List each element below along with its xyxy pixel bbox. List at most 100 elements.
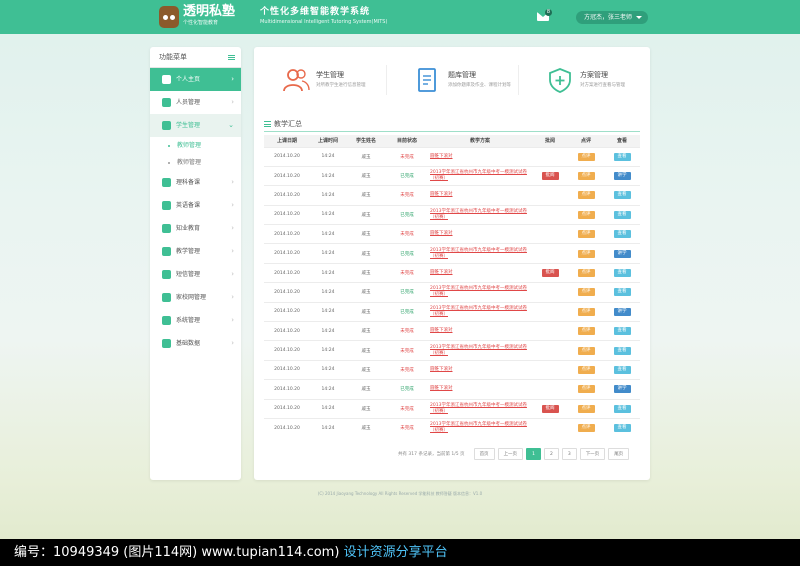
plan-link[interactable]: 2013学年浙江省杭州市九年级中考一模测试试卷（初赛） <box>430 170 527 181</box>
comment-button[interactable]: 点评 <box>577 365 595 374</box>
view-button[interactable]: 讲学 <box>613 385 631 394</box>
view-button[interactable]: 查看 <box>613 424 631 433</box>
card-question-bank[interactable]: 题库管理 添加你题库及作业、课程计划等 <box>386 47 518 113</box>
plan-link[interactable]: 圆锥下滚对 <box>430 154 453 159</box>
comment-button[interactable]: 点评 <box>577 385 595 394</box>
sidebar-item[interactable]: 个人主页 › <box>150 68 241 91</box>
view-button[interactable]: 查看 <box>613 327 631 336</box>
card-plan-management[interactable]: 方案管理 对方案进行查看与管理 <box>518 47 650 113</box>
cell-plan: 2013学年浙江省杭州市九年级中考一模测试试卷（初赛） <box>428 301 532 322</box>
comment-button[interactable]: 点评 <box>577 404 595 413</box>
comment-button[interactable]: 点评 <box>577 191 595 200</box>
comment-button[interactable]: 点评 <box>577 327 595 336</box>
page-button-3[interactable]: 3 <box>561 448 577 460</box>
view-button[interactable]: 查看 <box>613 365 631 374</box>
plan-link[interactable]: 2013学年浙江省杭州市九年级中考一模测试试卷（初赛） <box>430 209 527 220</box>
table-row: 2014.10.20 14:24 戚玉 未完成 2013学年浙江省杭州市九年级中考一模测… <box>264 417 640 438</box>
view-button[interactable]: 查看 <box>613 404 631 413</box>
plan-link[interactable]: 2013学年浙江省杭州市九年级中考一模测试试卷（初赛） <box>430 345 527 356</box>
sidebar-item-label: 学生管理 <box>176 122 201 129</box>
view-button[interactable]: 查看 <box>613 346 631 355</box>
plan-link[interactable]: 圆锥下滚对 <box>430 386 453 391</box>
sidebar-item[interactable]: 知业教育 › <box>150 217 241 240</box>
plan-link[interactable]: 2013学年浙江省杭州市九年级中考一模测试试卷（初赛） <box>430 248 527 259</box>
plan-link[interactable]: 2013学年浙江省杭州市九年级中考一模测试试卷（初赛） <box>430 403 527 414</box>
sidebar-item[interactable]: 教学管理 › <box>150 240 241 263</box>
review-button[interactable]: 批阅 <box>541 269 559 278</box>
next-page-button[interactable]: 下一页 <box>579 448 606 460</box>
plan-link[interactable]: 圆锥下滚对 <box>430 328 453 333</box>
sidebar-item-label: 教学管理 <box>176 248 201 255</box>
sidebar-item[interactable]: 英语备课 › <box>150 194 241 217</box>
view-button[interactable]: 查看 <box>613 191 631 200</box>
table-row: 2014.10.20 14:24 戚玉 未完成 圆锥下滚对 点评 查看 <box>264 359 640 380</box>
system-title: 个性化多维智能教学系统 <box>260 7 371 17</box>
cell-view: 讲学 <box>604 243 640 264</box>
cell-view: 查看 <box>604 321 640 341</box>
comment-button[interactable]: 点评 <box>577 288 595 297</box>
comment-button[interactable]: 点评 <box>577 172 595 181</box>
view-button[interactable]: 查看 <box>613 152 631 161</box>
view-button[interactable]: 查看 <box>613 288 631 297</box>
cell-view: 查看 <box>604 417 640 438</box>
cell-review <box>532 146 568 167</box>
sidebar-item[interactable]: 学生管理 ⌄ <box>150 114 241 137</box>
sidebar-item[interactable]: 理科备课 › <box>150 171 241 194</box>
sidebar-subitem[interactable]: 教师管理 <box>150 137 241 154</box>
sidebar-item[interactable]: 基础数据 › <box>150 332 241 355</box>
footer-copyright: (C) 2014 Jiaoyang Technology All Rights … <box>317 491 483 496</box>
system-name: 个性化多维智能教学系统 Multidimensional Intelligent… <box>260 6 387 26</box>
sidebar-item[interactable]: 人员管理 › <box>150 91 241 114</box>
cell-time: 14:24 <box>310 301 346 322</box>
page-button-1[interactable]: 1 <box>526 448 541 460</box>
sidebar-item-label: 个人主页 <box>176 76 201 83</box>
review-button[interactable]: 批阅 <box>541 172 559 181</box>
plan-link[interactable]: 圆锥下滚对 <box>430 231 453 236</box>
user-menu-button[interactable]: 方冠杰，张三老师 <box>576 11 648 24</box>
card-student-management[interactable]: 学生管理 对所教学生进行信息管理 <box>254 47 386 113</box>
cell-comment: 点评 <box>568 301 604 322</box>
comment-button[interactable]: 点评 <box>577 249 595 258</box>
sidebar-subitem[interactable]: 教师管理 <box>150 154 241 171</box>
view-button[interactable]: 查看 <box>613 230 631 239</box>
teaching-summary-table: 上课日期 上课时间 学生姓名 目前状态 教学方案 批阅 点评 查看 2014.1… <box>264 135 640 438</box>
sidebar-item[interactable]: 系统管理 › <box>150 309 241 332</box>
page-button-2[interactable]: 2 <box>543 448 559 460</box>
view-button[interactable]: 查看 <box>613 269 631 278</box>
plan-link[interactable]: 2013学年浙江省杭州市九年级中考一模测试试卷（初赛） <box>430 306 527 317</box>
cell-comment: 点评 <box>568 165 604 186</box>
cell-student: 戚玉 <box>346 321 386 341</box>
first-page-button[interactable]: 首页 <box>473 448 495 460</box>
plan-link[interactable]: 圆锥下滚对 <box>430 367 453 372</box>
cell-status: 已完成 <box>386 165 428 186</box>
plan-link[interactable]: 圆锥下滚对 <box>430 192 453 197</box>
last-page-button[interactable]: 尾页 <box>608 448 630 460</box>
view-button[interactable]: 讲学 <box>613 172 631 181</box>
view-button[interactable]: 讲学 <box>613 249 631 258</box>
comment-button[interactable]: 点评 <box>577 307 595 316</box>
logo[interactable]: 透明私塾 个性化智能教育 <box>183 4 235 27</box>
view-button[interactable]: 查看 <box>613 210 631 219</box>
sidebar-item[interactable]: 短信管理 › <box>150 263 241 286</box>
comment-button[interactable]: 点评 <box>577 152 595 161</box>
plan-link[interactable]: 2013学年浙江省杭州市九年级中考一模测试试卷（初赛） <box>430 286 527 297</box>
sidebar-item-label: 理科备课 <box>176 179 201 186</box>
cell-comment: 点评 <box>568 146 604 167</box>
cell-comment: 点评 <box>568 185 604 206</box>
view-button[interactable]: 讲学 <box>613 307 631 316</box>
plan-link[interactable]: 2013学年浙江省杭州市九年级中考一模测试试卷（初赛） <box>430 422 527 433</box>
plan-link[interactable]: 圆锥下滚对 <box>430 270 453 275</box>
column-header: 上课时间 <box>310 135 346 147</box>
comment-button[interactable]: 点评 <box>577 346 595 355</box>
review-button[interactable]: 批阅 <box>541 404 559 413</box>
sidebar-item[interactable]: 家校网管理 › <box>150 286 241 309</box>
menu-toggle-icon[interactable] <box>228 55 235 60</box>
prev-page-button[interactable]: 上一页 <box>497 448 524 460</box>
cell-time: 14:24 <box>310 321 346 341</box>
logo-icon[interactable] <box>159 6 179 28</box>
comment-button[interactable]: 点评 <box>577 230 595 239</box>
comment-button[interactable]: 点评 <box>577 424 595 433</box>
list-icon <box>264 121 271 127</box>
comment-button[interactable]: 点评 <box>577 210 595 219</box>
comment-button[interactable]: 点评 <box>577 269 595 278</box>
